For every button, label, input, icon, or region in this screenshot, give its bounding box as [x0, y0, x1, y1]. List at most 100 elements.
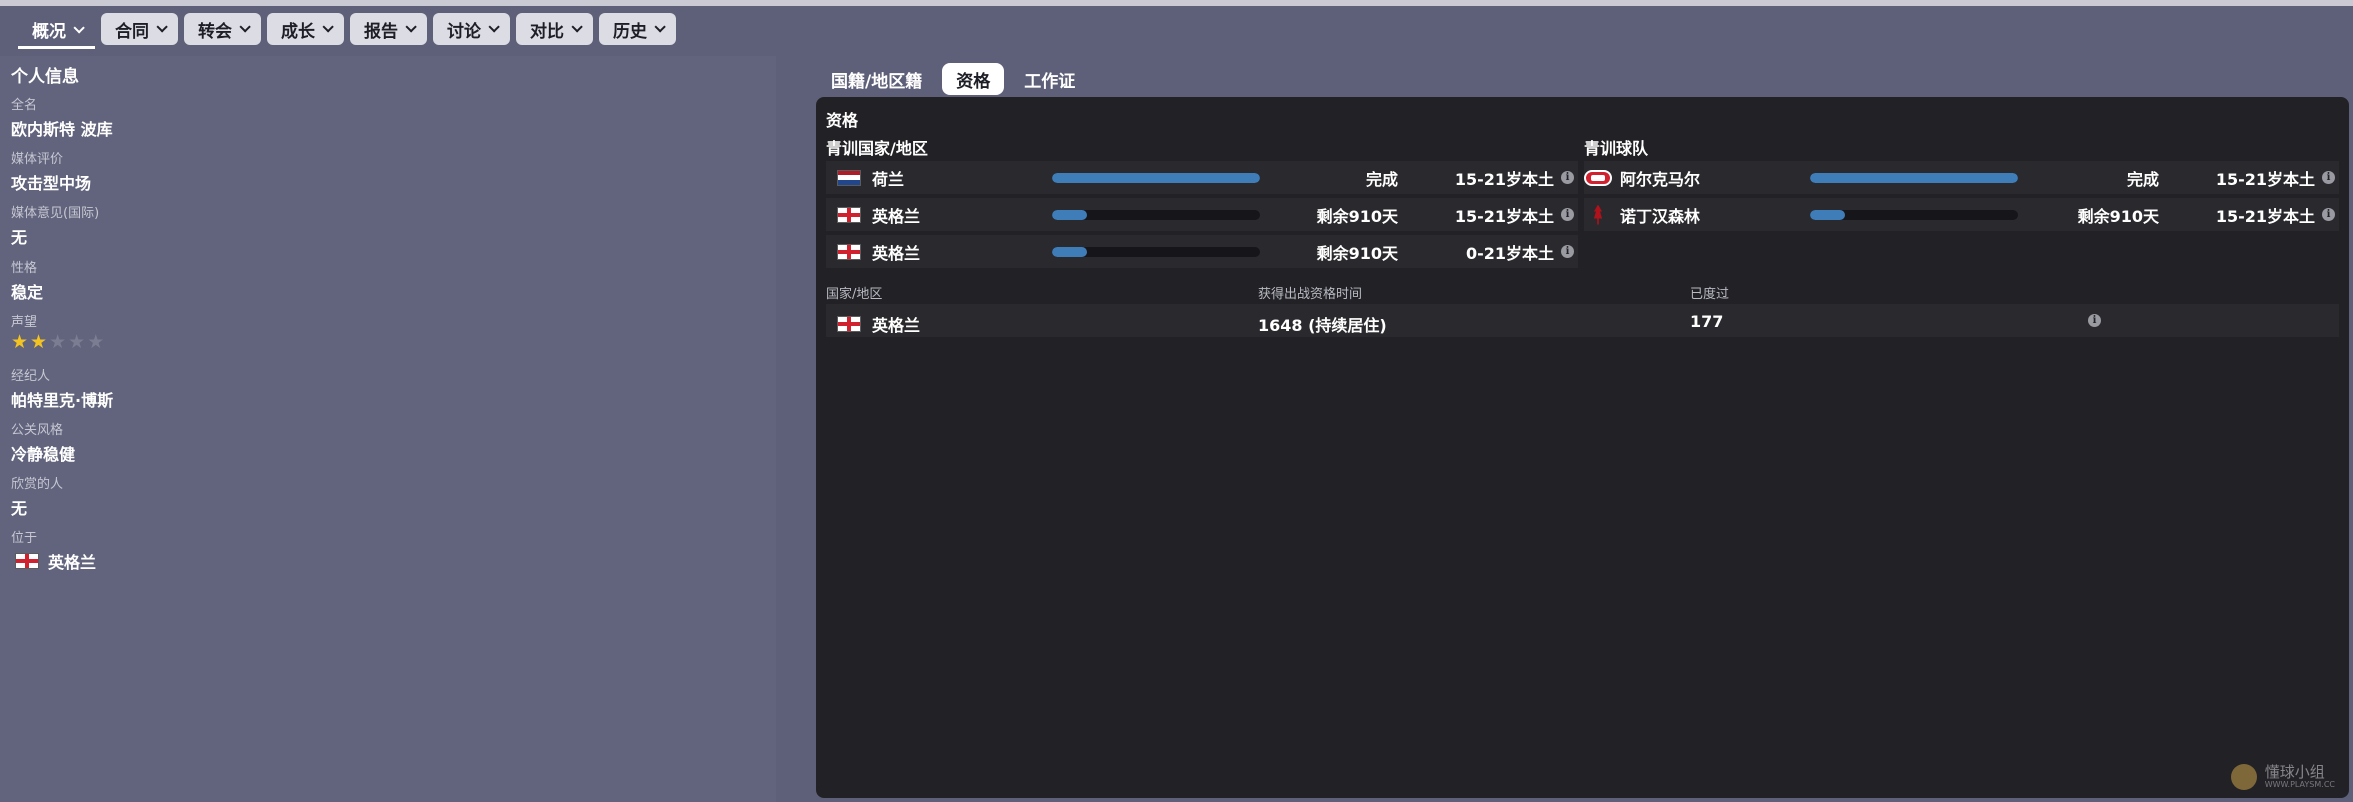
progress-bar [1052, 247, 1260, 257]
nav-development[interactable]: 成长 [267, 13, 344, 45]
column-header-time[interactable]: 获得出战资格时间 [1258, 283, 1362, 302]
info-icon[interactable]: i [2322, 208, 2335, 221]
progress-bar [1052, 210, 1260, 220]
sub-tabs: 国籍/地区籍 资格 工作证 [817, 63, 1089, 95]
age-rule: 15-21岁本土 [1454, 169, 1554, 189]
progress-bar [1810, 210, 2018, 220]
nav-overview[interactable]: 概况 [18, 13, 95, 49]
field-label: 欣赏的人 [11, 477, 64, 492]
club-name[interactable]: 阿尔克马尔 [1620, 166, 1700, 190]
top-nav: 概况 合同 转会 成长 报告 讨论 对比 历史 [18, 13, 676, 49]
progress-bar [1052, 173, 1260, 183]
info-icon[interactable]: i [1561, 171, 1574, 184]
nottingham-forest-badge-icon [1591, 205, 1605, 225]
watermark-text: 懂球小组 [2264, 763, 2325, 781]
field-label: 经纪人 [11, 369, 51, 384]
pr-style-field: 公关风格 冷静稳健 [11, 419, 75, 465]
nav-history[interactable]: 历史 [599, 13, 676, 45]
favored-people-field: 欣赏的人 无 [11, 473, 63, 519]
eligibility-panel: 资格 青训国家/地区 青训球队 荷兰 完成 15-21岁本土 i 英格兰 剩余9… [816, 97, 2349, 798]
netherlands-flag-icon [838, 170, 860, 185]
age-rule: 15-21岁本土 [1454, 206, 1554, 226]
residency-nation-name: 英格兰 [872, 316, 921, 335]
club-row[interactable]: 诺丁汉森林 剩余910天 15-21岁本土 i [1584, 198, 2339, 231]
club-name[interactable]: 诺丁汉森林 [1620, 203, 1700, 227]
field-value: 无 [11, 228, 28, 247]
field-value: 攻击型中场 [11, 174, 92, 193]
star-icon: ★ [68, 331, 86, 353]
nav-contract[interactable]: 合同 [101, 13, 178, 45]
progress-fill [1810, 210, 1846, 220]
field-value: 欧内斯特 波库 [11, 120, 113, 139]
info-icon[interactable]: i [2322, 171, 2335, 184]
nav-label: 讨论 [447, 21, 481, 42]
england-flag-icon [838, 244, 860, 259]
status-text: 剩余910天 [2077, 206, 2159, 226]
field-label: 媒体评价 [11, 152, 64, 167]
club-section-title: 青训球队 [1584, 139, 1649, 158]
info-icon[interactable]: i [2088, 314, 2101, 327]
watermark: 懂球小组 WWW.PLAYSM.CC [2230, 763, 2335, 790]
nation-section-title: 青训国家/地区 [826, 139, 928, 158]
status-text: 剩余910天 [1316, 206, 1398, 226]
tab-work-permit[interactable]: 工作证 [1010, 63, 1089, 95]
location-field: 位于 英格兰 [11, 527, 96, 573]
watermark-sub: WWW.PLAYSM.CC [2264, 780, 2335, 789]
residency-time: 1648 (持续居住) [1258, 316, 1387, 335]
club-row[interactable]: 阿尔克马尔 完成 15-21岁本土 i [1584, 161, 2339, 194]
field-value: 冷静稳健 [11, 445, 76, 464]
column-header-nation[interactable]: 国家/地区 [826, 283, 882, 302]
field-label: 声望 [11, 315, 38, 330]
column-header-elapsed[interactable]: 已度过 [1690, 283, 1729, 302]
location-link[interactable]: 英格兰 [11, 549, 96, 573]
star-icon: ★ [30, 331, 48, 353]
chevron-down-icon [73, 21, 85, 34]
nav-label: 合同 [115, 21, 149, 42]
az-alkmaar-badge-icon [1584, 169, 1612, 186]
chevron-down-icon [405, 21, 417, 33]
field-label: 位于 [11, 531, 38, 546]
media-opinion-field: 媒体意见(国际) 无 [11, 202, 99, 248]
chevron-down-icon [571, 21, 583, 33]
info-icon[interactable]: i [1561, 245, 1574, 258]
nav-reports[interactable]: 报告 [350, 13, 427, 45]
nation-name[interactable]: 英格兰 [872, 203, 920, 227]
chevron-down-icon [322, 21, 334, 33]
nav-compare[interactable]: 对比 [516, 13, 593, 45]
section-title: 个人信息 [11, 67, 79, 87]
personality-field: 性格 稳定 [11, 257, 43, 303]
agent-link[interactable]: 帕特里克·博斯 [11, 387, 113, 411]
nav-transfer[interactable]: 转会 [184, 13, 261, 45]
residency-row[interactable]: 英格兰 1648 (持续居住) 177 i [826, 304, 2339, 337]
progress-bar [1810, 173, 2018, 183]
window-top-strip [0, 0, 2353, 6]
field-label: 全名 [11, 98, 38, 113]
status-text: 剩余910天 [1316, 243, 1398, 263]
personal-info-panel: 个人信息 全名 欧内斯特 波库 媒体评价 攻击型中场 媒体意见(国际) 无 性格… [0, 56, 776, 802]
progress-fill [1052, 210, 1088, 220]
progress-fill [1810, 173, 2018, 183]
nav-discuss[interactable]: 讨论 [433, 13, 510, 45]
nation-name[interactable]: 英格兰 [872, 240, 920, 264]
status-text: 完成 [2126, 169, 2159, 189]
field-label: 公关风格 [11, 423, 64, 438]
residency-nation[interactable]: 英格兰 [838, 312, 920, 336]
nav-label: 转会 [198, 21, 232, 42]
info-icon[interactable]: i [1561, 208, 1574, 221]
nation-row[interactable]: 英格兰 剩余910天 15-21岁本土 i [826, 198, 1578, 231]
field-value: 稳定 [11, 283, 44, 302]
tab-nationality[interactable]: 国籍/地区籍 [817, 63, 936, 95]
nav-label: 报告 [364, 21, 398, 42]
tab-eligibility[interactable]: 资格 [942, 63, 1005, 95]
age-rule: 0-21岁本土 [1465, 243, 1554, 263]
age-rule: 15-21岁本土 [2215, 206, 2315, 226]
nav-label: 历史 [613, 21, 647, 42]
reputation-stars: ★ ★ ★ ★ ★ [11, 333, 104, 352]
nation-row[interactable]: 英格兰 剩余910天 0-21岁本土 i [826, 235, 1578, 268]
star-icon: ★ [87, 331, 105, 353]
nation-row[interactable]: 荷兰 完成 15-21岁本土 i [826, 161, 1578, 194]
nation-name[interactable]: 荷兰 [872, 166, 904, 190]
media-rating-field: 媒体评价 攻击型中场 [11, 148, 91, 194]
reputation-field: 声望 ★ ★ ★ ★ ★ [11, 311, 104, 352]
watermark-logo-icon [2230, 764, 2257, 790]
